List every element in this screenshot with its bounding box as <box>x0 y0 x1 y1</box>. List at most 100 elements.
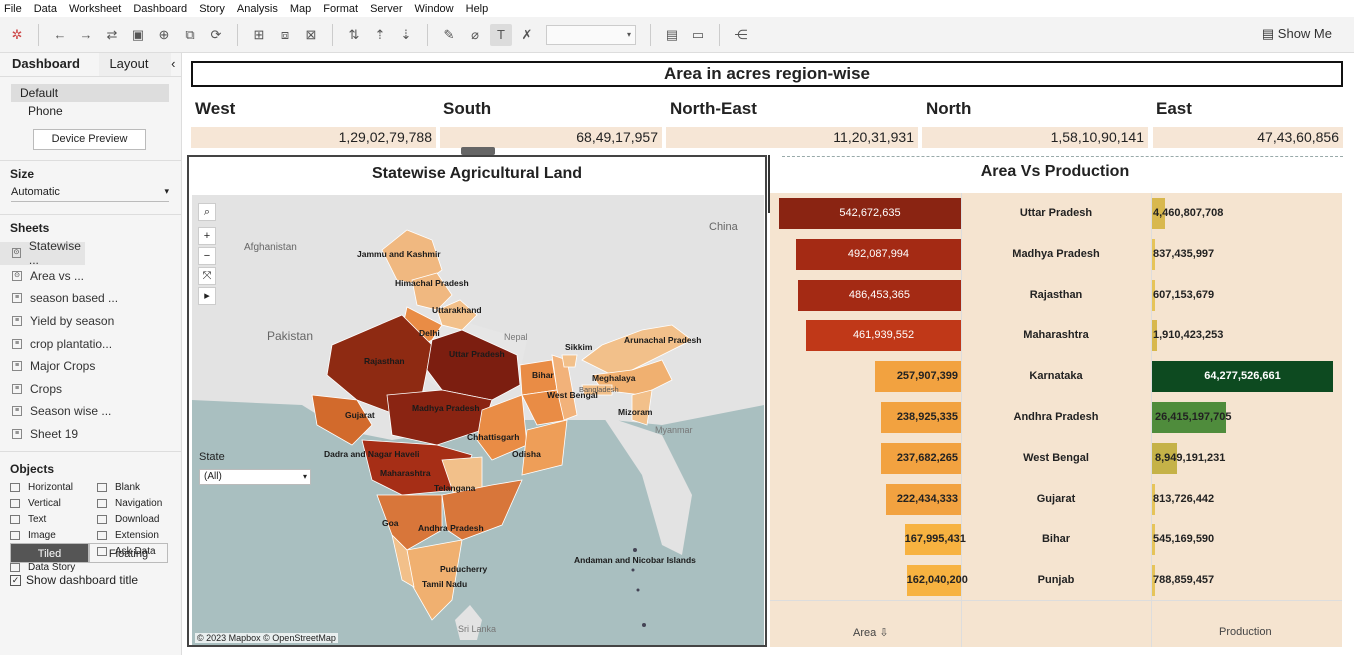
sheet-item[interactable]: ⊙ Statewise ... <box>0 239 85 267</box>
area-bar[interactable]: 486,453,365 <box>797 279 961 311</box>
collapse-icon[interactable]: ‹ <box>171 53 181 76</box>
object-blank[interactable]: Blank <box>97 482 184 493</box>
area-bar[interactable]: 238,925,335 <box>880 402 961 433</box>
fit-dropdown[interactable]: ▾ <box>546 24 636 45</box>
tab-dashboard[interactable]: Dashboard <box>0 53 99 76</box>
size-dropdown[interactable]: Automatic <box>11 186 169 202</box>
new-data-source-icon[interactable]: ⊕ <box>153 24 175 46</box>
object-image[interactable]: Image <box>10 530 97 541</box>
sheet-item[interactable]: ≡ Sheet 19 <box>0 423 181 446</box>
menu-item-file[interactable]: File <box>4 3 22 15</box>
state-filter-dropdown[interactable]: (All) <box>199 469 311 485</box>
sheet-item[interactable]: ⊙ Area vs ... <box>0 265 181 288</box>
undo-icon[interactable]: ← <box>49 24 71 46</box>
tab-layout[interactable]: Layout <box>99 53 172 76</box>
sheet-item[interactable]: ≡ crop plantatio... <box>0 332 181 355</box>
menu-item-help[interactable]: Help <box>466 3 489 15</box>
map-tools-icon[interactable]: ▸ <box>198 287 216 305</box>
floating-button[interactable]: Floating <box>89 543 168 563</box>
divider <box>650 23 651 46</box>
menu-item-worksheet[interactable]: Worksheet <box>69 3 121 15</box>
sort-icon[interactable]: ⇩ <box>879 627 888 639</box>
area-bar[interactable]: 542,672,635 <box>779 198 961 229</box>
clear-sheet-icon[interactable]: ⊠ <box>300 24 322 46</box>
show-labels-icon[interactable]: T <box>490 23 512 46</box>
menu-item-data[interactable]: Data <box>34 3 57 15</box>
map-label: Sri Lanka <box>458 624 496 634</box>
fix-axes-icon[interactable]: ✗ <box>516 24 538 46</box>
map-label: Uttar Pradesh <box>449 349 505 359</box>
object-download[interactable]: Download <box>97 514 184 525</box>
zoom-out-icon[interactable]: − <box>198 247 216 265</box>
object-label: Extension <box>115 530 159 542</box>
category-label: Punjab <box>1037 574 1075 587</box>
area-bar[interactable]: 222,434,333 <box>886 483 961 515</box>
tiled-button[interactable]: Tiled <box>10 543 89 563</box>
menu-item-dashboard[interactable]: Dashboard <box>133 3 187 15</box>
highlight-icon[interactable]: ✎ <box>438 24 460 46</box>
sort-descending-icon[interactable]: ⇣ <box>395 24 417 46</box>
presentation-icon[interactable]: ▭ <box>687 24 709 46</box>
map-sheet-icon: ⊙ <box>12 248 21 259</box>
map-label: Bihar <box>532 370 554 380</box>
object-navigation[interactable]: Navigation <box>97 498 184 509</box>
sheet-item[interactable]: ≡ Major Crops <box>0 355 181 378</box>
menu-item-format[interactable]: Format <box>323 3 358 15</box>
map-panel[interactable]: Statewise Agricultural Land Afghanistan … <box>187 155 767 647</box>
replay-icon[interactable]: ⇄ <box>101 24 123 46</box>
show-cards-icon[interactable]: ▤ <box>661 24 683 46</box>
map-search-icon[interactable]: ⌕ <box>198 203 216 221</box>
axis-title-area[interactable]: Area ⇩ <box>853 626 889 639</box>
map-label: West Bengal <box>547 390 598 400</box>
map-label: Myanmar <box>655 425 693 435</box>
show-title-checkbox[interactable]: ✓ Show dashboard title <box>10 573 138 587</box>
object-vertical[interactable]: Vertical <box>10 498 97 509</box>
area-bar[interactable]: 167,995,431 <box>904 524 966 556</box>
device-phone[interactable]: Phone <box>11 102 169 120</box>
group-icon[interactable]: ⌀ <box>464 24 486 46</box>
share-icon[interactable]: ⋲ <box>730 24 752 46</box>
menu-item-server[interactable]: Server <box>370 3 402 15</box>
area-bar[interactable]: 461,939,552 <box>806 320 961 352</box>
area-bar[interactable]: 162,040,200 <box>906 565 968 597</box>
refresh-icon[interactable]: ⟳ <box>205 24 227 46</box>
region-value: 11,20,31,931 <box>666 127 918 148</box>
redo-icon[interactable]: → <box>75 24 97 46</box>
new-worksheet-icon[interactable]: ⊞ <box>248 24 270 46</box>
resize-handle[interactable] <box>461 147 495 155</box>
menu-item-map[interactable]: Map <box>290 3 311 15</box>
menu-item-story[interactable]: Story <box>199 3 225 15</box>
reset-map-icon[interactable]: ⤧ <box>198 267 216 285</box>
region-name: North <box>926 99 972 118</box>
device-preview-button[interactable]: Device Preview <box>33 129 146 150</box>
object-horizontal[interactable]: Horizontal <box>10 482 97 493</box>
sheet-item[interactable]: ≡ Crops <box>0 378 181 401</box>
sheet-item[interactable]: ≡ season based ... <box>0 287 181 310</box>
menu-item-analysis[interactable]: Analysis <box>237 3 278 15</box>
area-bar-label: 237,682,265 <box>896 451 958 464</box>
area-vs-production-panel[interactable]: Area Vs Production Area ⇩ Production 542… <box>770 155 1342 647</box>
map-view[interactable]: Afghanistan China Pakistan Nepal Myanmar… <box>192 195 764 645</box>
tableau-logo-icon[interactable]: ✲ <box>6 24 28 46</box>
map-label: Arunachal Pradesh <box>624 335 701 345</box>
object-text[interactable]: Text <box>10 514 97 525</box>
zoom-in-icon[interactable]: + <box>198 227 216 245</box>
sheet-item-label: Yield by season <box>30 314 115 329</box>
sheet-item-label: season based ... <box>30 291 119 306</box>
sheet-item[interactable]: ≡ Season wise ... <box>0 400 181 423</box>
sort-ascending-icon[interactable]: ⇡ <box>369 24 391 46</box>
pause-updates-icon[interactable]: ⧉ <box>179 24 201 46</box>
sheet-item[interactable]: ≡ Yield by season <box>0 310 181 333</box>
area-bar[interactable]: 492,087,994 <box>795 238 961 270</box>
save-icon[interactable]: ▣ <box>127 24 149 46</box>
duplicate-icon[interactable]: ⧈ <box>274 24 296 46</box>
object-extension[interactable]: Extension <box>97 530 184 541</box>
state-sikkim[interactable] <box>561 354 578 368</box>
device-default[interactable]: Default <box>11 84 169 102</box>
divider <box>719 23 720 46</box>
area-bar[interactable]: 257,907,399 <box>874 361 961 393</box>
area-bar[interactable]: 237,682,265 <box>881 442 961 474</box>
swap-icon[interactable]: ⇅ <box>343 24 365 46</box>
menu-item-window[interactable]: Window <box>415 3 454 15</box>
show-me-button[interactable]: ▤ Show Me <box>1262 26 1332 42</box>
